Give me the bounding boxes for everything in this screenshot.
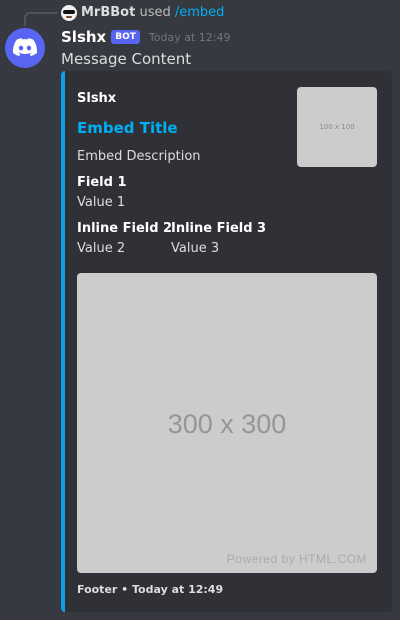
- embed-thumbnail[interactable]: 100 x 100: [297, 87, 377, 167]
- embed-footer: Footer • Today at 12:49: [77, 583, 224, 596]
- field-name: Inline Field 3: [171, 221, 267, 236]
- message-content: Message Content: [61, 50, 192, 68]
- user-avatar[interactable]: [5, 28, 45, 68]
- discord-logo-icon: [13, 38, 37, 57]
- embed-inline-field: Inline Field 2 Value 2: [77, 221, 172, 257]
- field-name: Field 1: [77, 175, 127, 190]
- sunglasses-face-icon[interactable]: [61, 5, 77, 21]
- image-credit: Powered by HTML.COM: [226, 552, 367, 566]
- username[interactable]: Slshx: [61, 28, 106, 46]
- thumbnail-label: 100 x 100: [319, 123, 355, 131]
- field-value: Value 2: [77, 241, 126, 256]
- reply-text: MrBBot used /embed: [81, 5, 224, 21]
- embed-description: Embed Description: [77, 149, 201, 164]
- embed-image[interactable]: 300 x 300 Powered by HTML.COM: [77, 273, 377, 573]
- embed-field: Field 1 Value 1: [77, 175, 127, 211]
- message-header: Slshx BOT Today at 12:49: [61, 27, 230, 47]
- embed: Slshx Embed Title Embed Description 100 …: [61, 71, 392, 612]
- bot-badge: BOT: [111, 30, 140, 44]
- field-value: Value 3: [171, 241, 220, 256]
- reply-command[interactable]: /embed: [175, 5, 225, 20]
- embed-inline-field: Inline Field 3 Value 3: [171, 221, 266, 257]
- reply-used-label: used: [139, 5, 171, 20]
- embed-author: Slshx: [77, 91, 117, 106]
- embed-title[interactable]: Embed Title: [77, 119, 178, 137]
- reply-spine: [24, 12, 58, 26]
- field-name: Inline Field 2: [77, 221, 173, 236]
- image-placeholder-label: 300 x 300: [167, 409, 287, 439]
- reply-username[interactable]: MrBBot: [81, 5, 135, 20]
- interaction-reference[interactable]: MrBBot used /embed: [0, 0, 400, 26]
- field-value: Value 1: [77, 195, 126, 210]
- message-timestamp[interactable]: Today at 12:49: [149, 31, 231, 44]
